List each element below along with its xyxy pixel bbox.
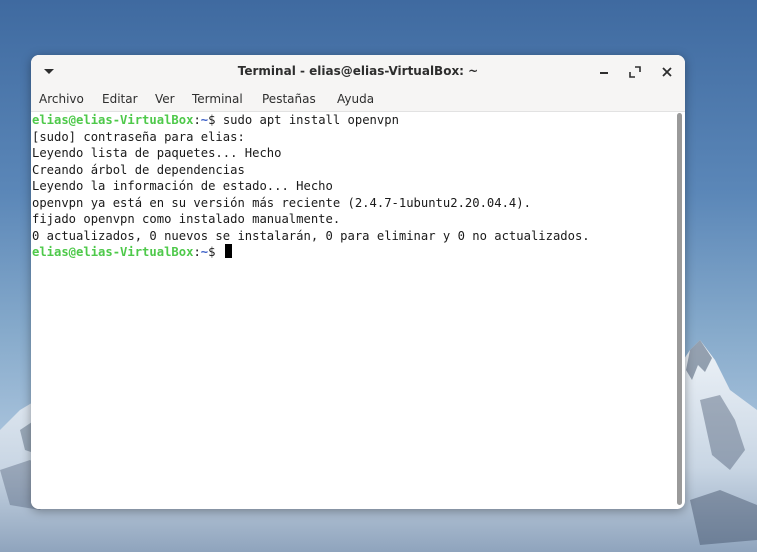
menu-terminal[interactable]: Terminal xyxy=(192,92,243,106)
text-cursor xyxy=(224,244,232,258)
menu-bar: Archivo Editar Ver Terminal Pestañas Ayu… xyxy=(31,88,685,112)
prompt-separator: : xyxy=(193,113,201,127)
title-bar[interactable]: Terminal - elias@elias-VirtualBox: ~ xyxy=(31,55,685,88)
prompt-sign: $ xyxy=(208,245,223,259)
prompt-user: elias@elias-VirtualBox xyxy=(32,113,194,127)
prompt-user: elias@elias-VirtualBox xyxy=(32,245,194,259)
output-line: [sudo] contraseña para elias: xyxy=(32,129,245,144)
close-button[interactable] xyxy=(657,62,677,82)
menu-archivo[interactable]: Archivo xyxy=(39,92,84,106)
output-line: 0 actualizados, 0 nuevos se instalarán, … xyxy=(32,228,590,243)
menu-pestanas[interactable]: Pestañas xyxy=(262,92,316,106)
vertical-scrollbar[interactable] xyxy=(677,113,683,505)
window-title: Terminal - elias@elias-VirtualBox: ~ xyxy=(237,64,479,78)
command-line: elias@elias-VirtualBox:~$ sudo apt insta… xyxy=(32,112,678,129)
maximize-button[interactable] xyxy=(625,62,645,82)
current-prompt-line[interactable]: elias@elias-VirtualBox:~$ xyxy=(32,244,678,261)
terminal-window: Terminal - elias@elias-VirtualBox: ~ Arc… xyxy=(31,55,685,509)
command-text: sudo apt install openvpn xyxy=(222,113,399,127)
scrollbar-thumb[interactable] xyxy=(677,113,682,505)
output-line: openvpn ya está en su versión más recien… xyxy=(32,195,531,210)
menu-editar[interactable]: Editar xyxy=(102,92,138,106)
terminal-output-area[interactable]: elias@elias-VirtualBox:~$ sudo apt insta… xyxy=(31,112,678,509)
prompt-separator: : xyxy=(193,245,201,259)
output-line: Leyendo lista de paquetes... Hecho xyxy=(32,146,282,160)
output-line: Leyendo la información de estado... Hech… xyxy=(32,179,333,193)
menu-ayuda[interactable]: Ayuda xyxy=(337,92,374,106)
minimize-icon xyxy=(600,72,608,74)
output-line: fijado openvpn como instalado manualment… xyxy=(32,212,341,226)
menu-ver[interactable]: Ver xyxy=(155,92,175,106)
minimize-button[interactable] xyxy=(594,62,614,82)
close-icon xyxy=(662,67,672,77)
prompt-sign: $ xyxy=(208,113,223,127)
output-line: Creando árbol de dependencias xyxy=(32,162,245,177)
maximize-icon xyxy=(629,66,641,78)
